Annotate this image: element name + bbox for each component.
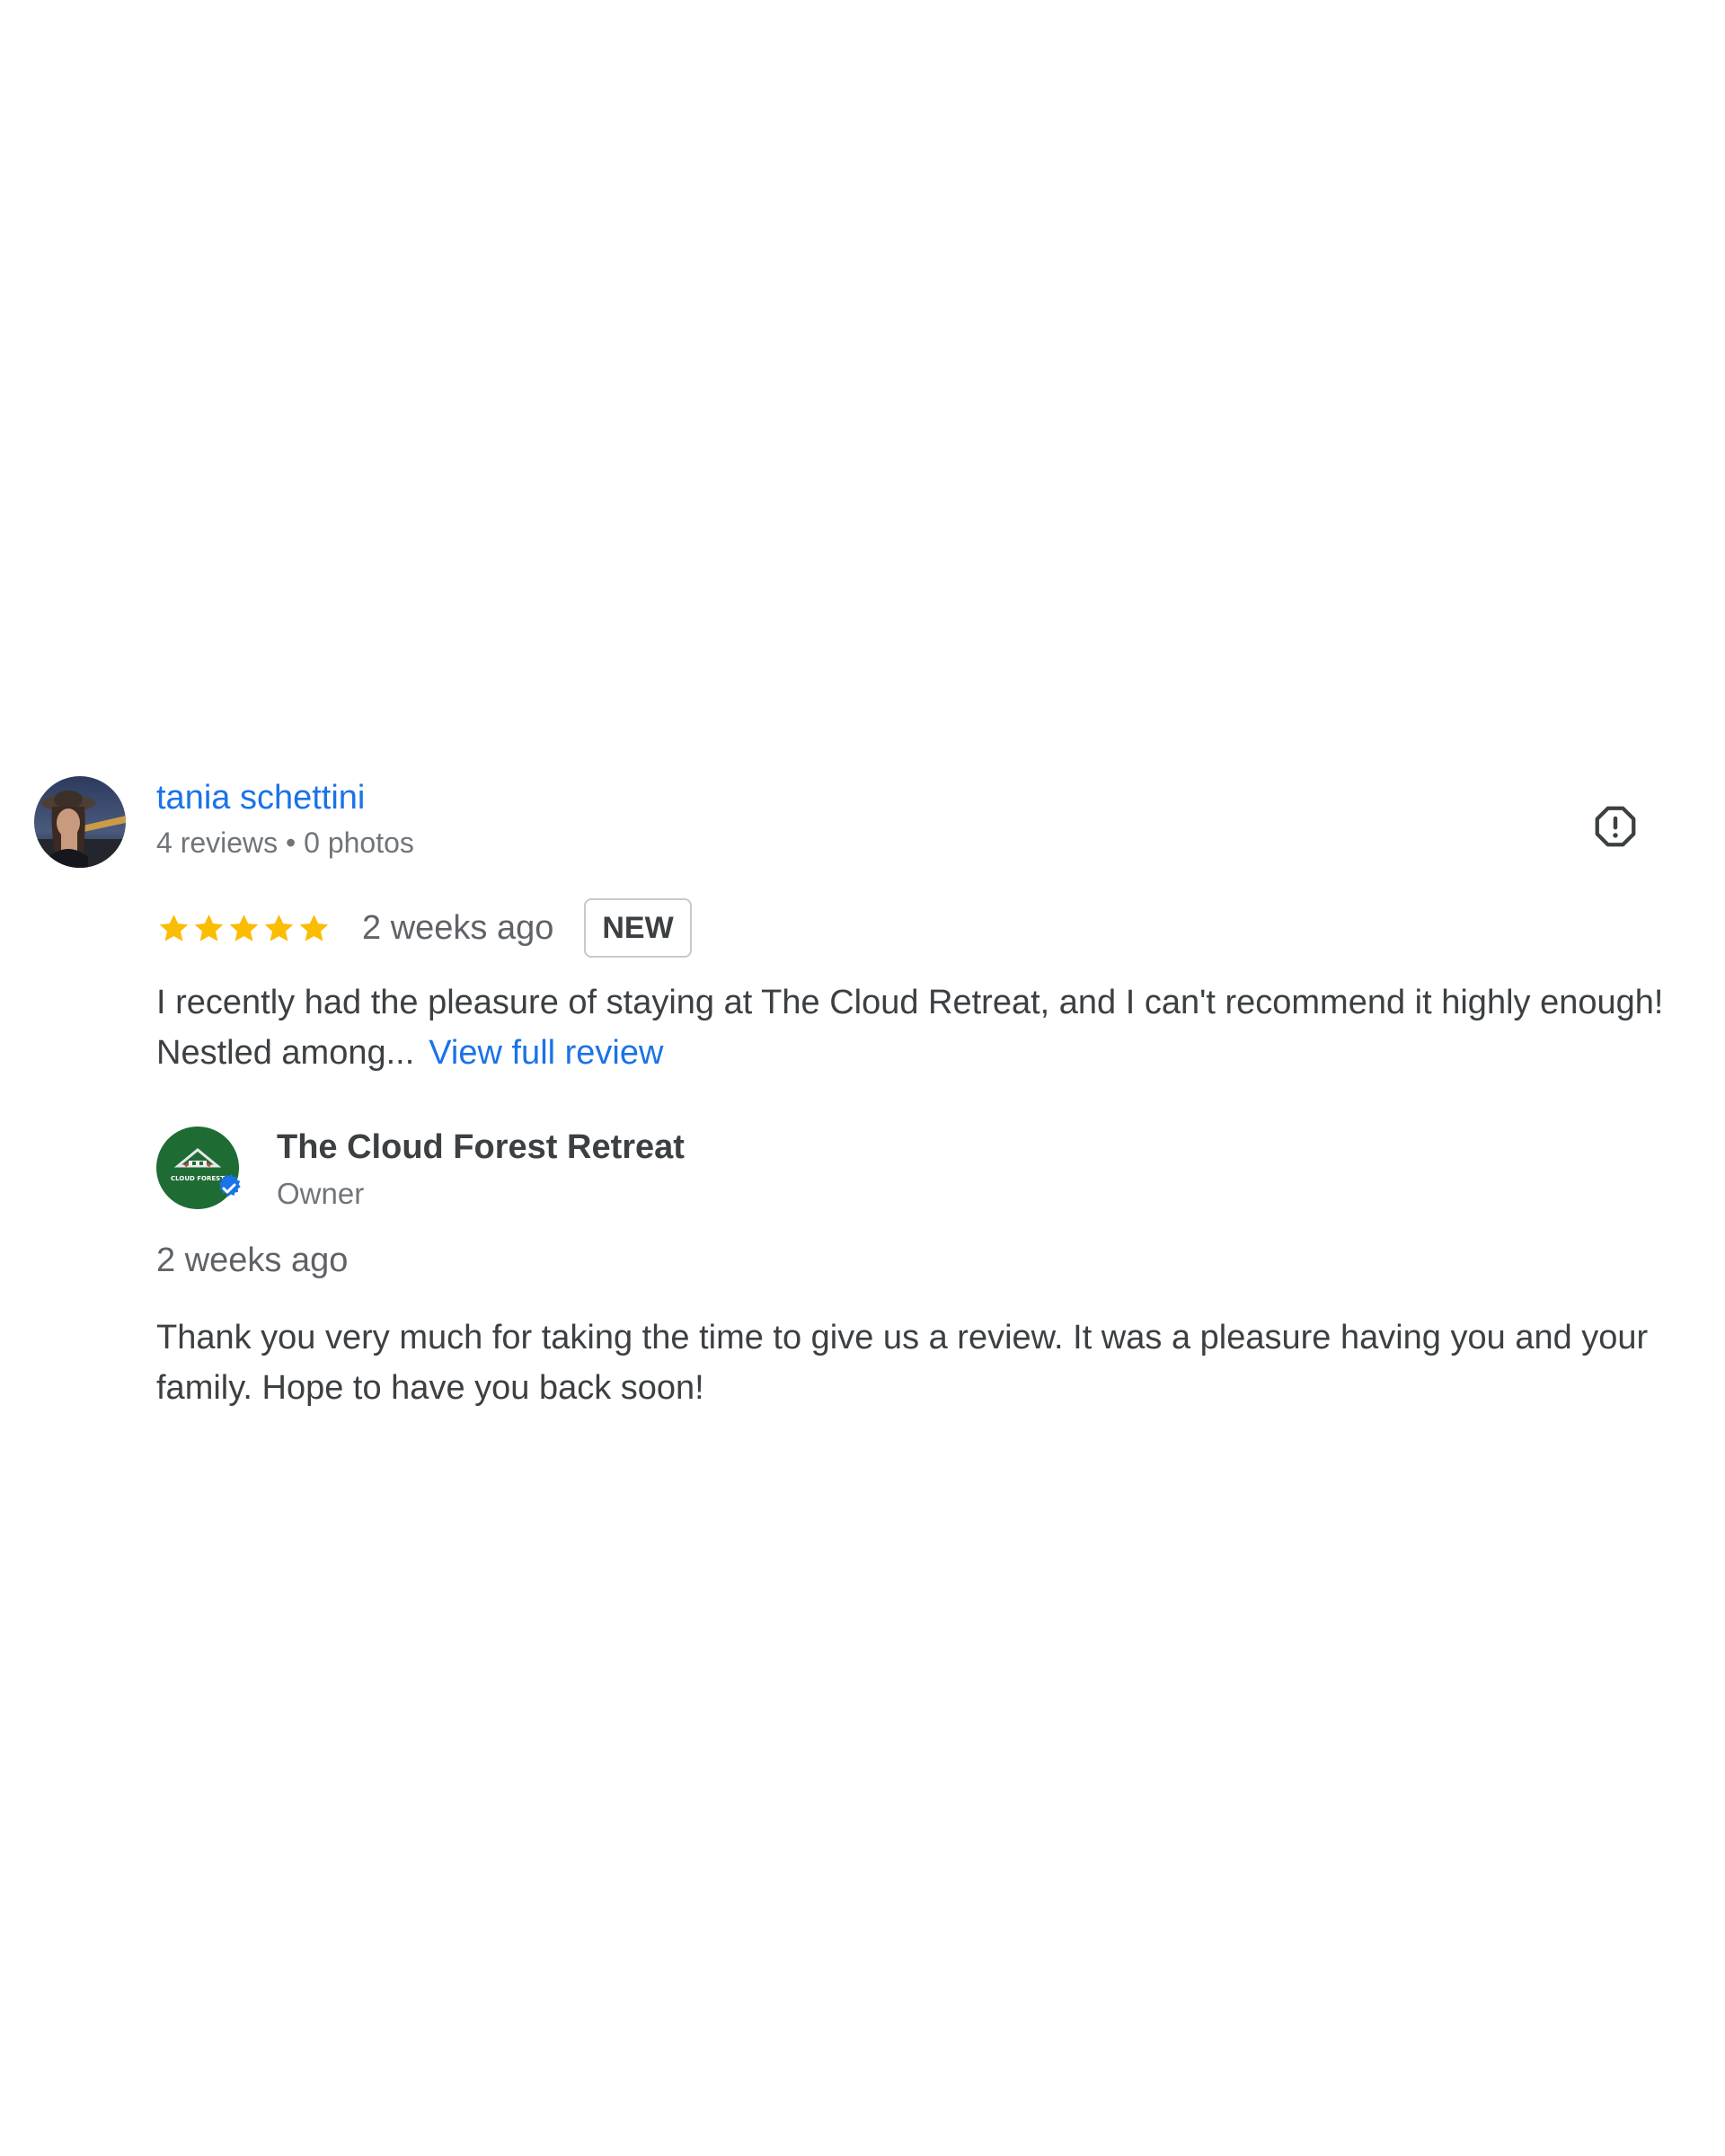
star-icon xyxy=(229,914,259,941)
owner-reply-time: 2 weeks ago xyxy=(156,1241,349,1279)
star-rating xyxy=(156,911,332,946)
review-text: I recently had the pleasure of staying a… xyxy=(156,977,1666,1078)
report-flag-icon xyxy=(1595,806,1636,847)
star-icon xyxy=(264,914,294,941)
rating-row: 2 weeks ago NEW xyxy=(156,898,692,958)
owner-reply-text: Thank you very much for taking the time … xyxy=(156,1319,1649,1407)
report-review-button[interactable] xyxy=(1588,800,1642,853)
view-full-review-link[interactable]: View full review xyxy=(429,1034,663,1072)
star-icon xyxy=(159,914,189,941)
review-time: 2 weeks ago xyxy=(362,908,554,947)
review-body: I recently had the pleasure of staying a… xyxy=(156,984,1664,1072)
reviewer-meta: 4 reviews • 0 photos xyxy=(156,826,414,859)
owner-name: The Cloud Forest Retreat xyxy=(277,1128,685,1166)
owner-logo-text: CLOUD FOREST xyxy=(171,1175,225,1182)
star-icon xyxy=(194,914,224,941)
owner-role: Owner xyxy=(277,1177,365,1210)
reviewer-avatar[interactable] xyxy=(34,776,126,868)
star-icon xyxy=(299,914,329,941)
new-badge: NEW xyxy=(584,898,692,958)
owner-logo: CLOUD FOREST xyxy=(156,1127,243,1213)
reviewer-name-link[interactable]: tania schettini xyxy=(156,779,365,817)
